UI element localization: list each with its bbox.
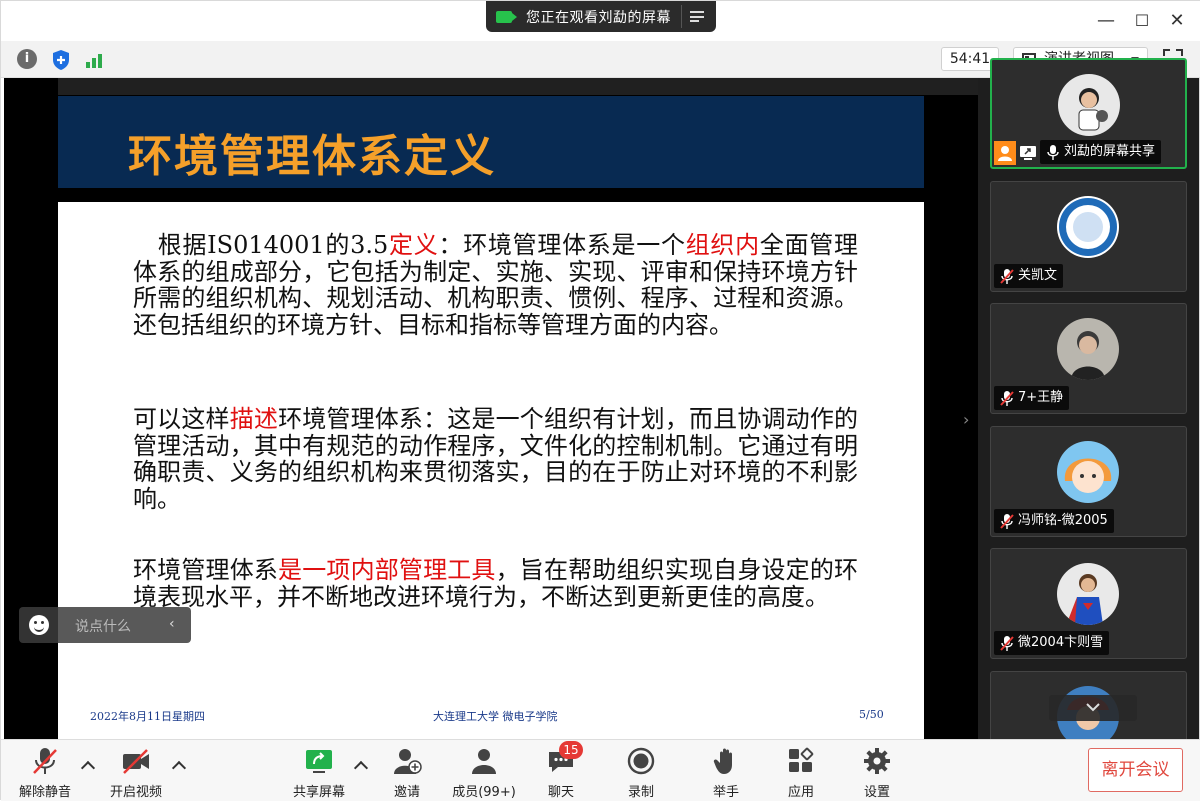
chat-unread-badge: 15 <box>559 741 583 759</box>
info-icon[interactable]: i <box>17 49 37 69</box>
slide-paragraph-2: 可以这样描述环境管理体系：这是一个组织有计划，而且协调动作的管理活动，其中有规范… <box>133 405 859 513</box>
participant-name: 关凯文 <box>1018 268 1058 283</box>
participant-name-tag: 微2004卞则雪 <box>994 631 1110 655</box>
screen-share-banner[interactable]: 您正在观看刘勐的屏幕 <box>486 1 716 32</box>
start-video-button[interactable]: 开启视频 <box>106 743 166 800</box>
participant-name-tag: 7+王静 <box>994 386 1070 410</box>
avatar <box>1057 318 1119 380</box>
participant-name: 微2004卞则雪 <box>1018 635 1104 650</box>
slide-paragraph-3: 环境管理体系是一项内部管理工具，旨在帮助组织实现自身设定的环境表现水平，并不断地… <box>133 556 859 611</box>
apps-icon <box>789 747 814 772</box>
chevron-left-icon[interactable]: ‹ <box>169 616 175 632</box>
invite-button[interactable]: 邀请 <box>387 743 427 800</box>
avatar <box>1057 196 1119 258</box>
microphone-muted-icon <box>33 748 57 774</box>
raise-hand-label: 举手 <box>712 785 739 800</box>
title-bar: 您正在观看刘勐的屏幕 — ☐ ✕ <box>1 1 1200 41</box>
participant-name: 冯师铭-微2005 <box>1018 513 1108 528</box>
scroll-down-button[interactable] <box>1049 695 1137 721</box>
share-screen-label: 共享屏幕 <box>292 785 345 800</box>
divider <box>681 5 682 28</box>
apps-label: 应用 <box>787 785 814 800</box>
gear-icon <box>864 748 890 774</box>
leave-meeting-button[interactable]: 离开会议 <box>1088 748 1183 792</box>
menu-icon[interactable] <box>690 11 704 22</box>
slide-footer-page: 5/50 <box>859 708 884 721</box>
microphone-muted-icon <box>1000 514 1014 529</box>
avatar <box>1058 74 1120 136</box>
participant-name-tag: 关凯文 <box>994 264 1064 288</box>
maximize-button[interactable]: ☐ <box>1130 9 1154 33</box>
chat-label: 聊天 <box>547 785 574 800</box>
participant-tile[interactable]: 刘勐的屏幕共享 <box>990 58 1187 169</box>
meeting-window: 您正在观看刘勐的屏幕 — ☐ ✕ i 54:41 演讲者视图 环境管理体系定义 … <box>0 0 1200 801</box>
participant-tile[interactable]: 微2004卞则雪 <box>990 548 1187 659</box>
quick-chat-input[interactable]: 说点什么 ‹ <box>19 607 191 643</box>
record-button[interactable]: 录制 <box>621 743 661 800</box>
share-screen-icon <box>306 750 332 773</box>
raise-hand-button[interactable]: 举手 <box>706 743 746 800</box>
share-screen-button[interactable]: 共享屏幕 <box>289 743 349 800</box>
participant-tile[interactable]: 关凯文 <box>990 181 1187 292</box>
participant-name: 刘勐的屏幕共享 <box>1064 144 1156 159</box>
minimize-button[interactable]: — <box>1094 9 1118 33</box>
participant-name: 7+王静 <box>1018 390 1064 405</box>
slide-title: 环境管理体系定义 <box>128 131 496 182</box>
slide-title-band: 环境管理体系定义 <box>58 96 924 188</box>
settings-label: 设置 <box>863 785 890 800</box>
participant-name-tag: 冯师铭-微2005 <box>994 509 1114 533</box>
slide-footer-org: 大连理工大学 微电子学院 <box>433 710 558 723</box>
slide-paragraph-1: 根据IS014001的3.5定义：环境管理体系是一个组织内全面管理体系的组成部分… <box>133 231 859 339</box>
members-button[interactable]: 成员(99+) <box>451 743 517 800</box>
video-off-icon <box>123 749 149 774</box>
start-video-label: 开启视频 <box>109 785 162 800</box>
avatar <box>1057 563 1119 625</box>
participant-name-tag: 刘勐的屏幕共享 <box>1040 140 1162 164</box>
apps-button[interactable]: 应用 <box>781 743 821 800</box>
microphone-muted-icon <box>1000 636 1014 651</box>
signal-strength-icon[interactable] <box>84 49 106 71</box>
screen-share-icon <box>1018 143 1038 163</box>
slide-top-strip <box>58 78 978 95</box>
unmute-label: 解除静音 <box>18 785 71 800</box>
microphone-muted-icon <box>1000 391 1014 406</box>
slide-body: 根据IS014001的3.5定义：环境管理体系是一个组织内全面管理体系的组成部分… <box>58 202 924 739</box>
members-icon <box>472 749 496 774</box>
chat-placeholder: 说点什么 <box>75 619 131 635</box>
chevron-down-icon <box>1086 703 1100 712</box>
record-icon <box>627 747 655 775</box>
avatar <box>1057 441 1119 503</box>
close-button[interactable]: ✕ <box>1165 9 1189 33</box>
user-icon <box>994 141 1016 165</box>
unmute-button[interactable]: 解除静音 <box>15 743 75 800</box>
emoji-icon[interactable] <box>29 615 49 635</box>
hand-icon <box>713 748 732 774</box>
microphone-muted-icon <box>1000 269 1014 284</box>
camera-icon <box>496 10 517 23</box>
chevron-right-icon[interactable]: › <box>963 410 969 429</box>
slide-footer-date: 2022年8月11日星期四 <box>90 710 205 723</box>
invite-label: 邀请 <box>393 785 420 800</box>
shield-icon[interactable] <box>51 49 71 71</box>
microphone-icon <box>1047 145 1059 160</box>
members-label: 成员(99+) <box>452 785 516 800</box>
share-banner-text: 您正在观看刘勐的屏幕 <box>526 9 671 26</box>
participant-tile[interactable]: 7+王静 <box>990 303 1187 414</box>
settings-button[interactable]: 设置 <box>857 743 897 800</box>
participant-tile[interactable]: 冯师铭-微2005 <box>990 426 1187 537</box>
record-label: 录制 <box>627 785 654 800</box>
add-user-icon <box>394 749 422 774</box>
